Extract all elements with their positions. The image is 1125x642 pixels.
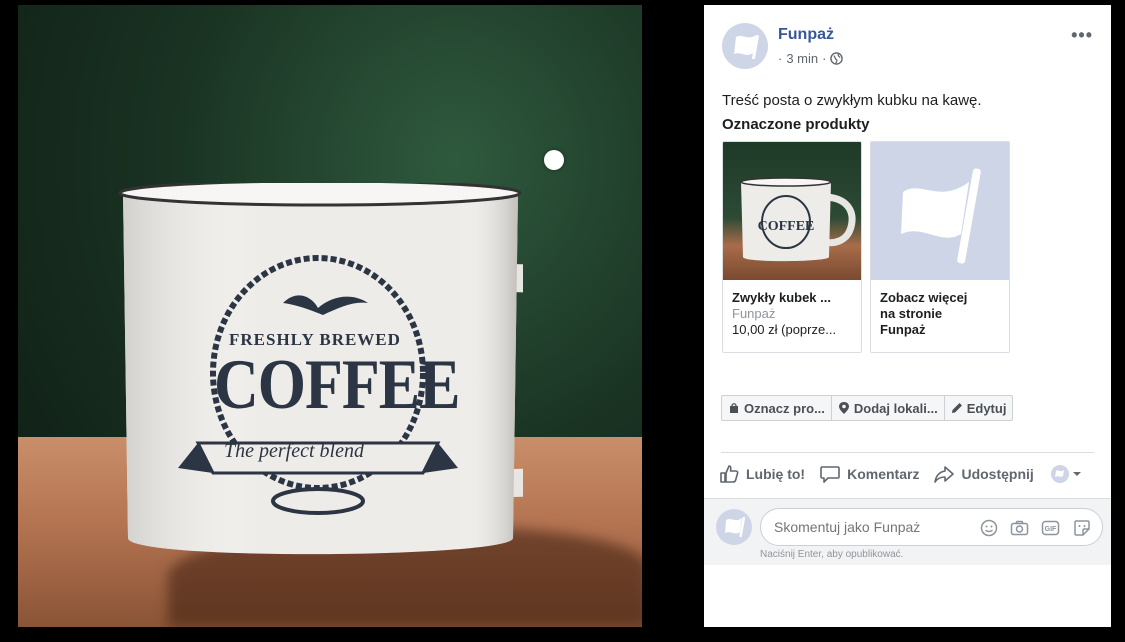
see-more-line3: Funpaż (880, 322, 926, 337)
share-arrow-icon (934, 466, 955, 483)
comment-bubble-icon (820, 466, 840, 483)
page-name-link[interactable]: Funpaż (778, 26, 834, 44)
see-more-body: Zobacz więcej na stronie Funpaż (871, 280, 1009, 348)
divider (721, 452, 1094, 453)
post-panel: Funpaż · 3 min · ••• Treść posta o zwykł… (704, 5, 1111, 627)
more-options-icon[interactable]: ••• (1071, 25, 1093, 46)
see-more-image (871, 142, 1009, 280)
product-title[interactable]: Zwykły kubek ... (732, 290, 852, 305)
edit-button[interactable]: Edytuj (945, 396, 1013, 420)
comment-tools: GIF (978, 517, 1092, 538)
product-seller: Funpaż (732, 306, 776, 321)
flag-icon (734, 35, 760, 60)
product-image: COFFEE (723, 142, 861, 280)
sticker-icon[interactable] (1071, 517, 1092, 538)
chevron-down-icon (1072, 472, 1081, 476)
meta-separator-2: · (822, 51, 827, 66)
svg-text:COFFEE: COFFEE (758, 219, 815, 234)
flag-icon (725, 516, 746, 538)
thumbs-up-icon (720, 465, 739, 483)
gif-icon[interactable]: GIF (1040, 517, 1061, 538)
comment-area: GIF Naciśnij Enter, aby opublikować. (704, 498, 1111, 565)
mug-text-line2: COFFEE (214, 345, 460, 425)
mug-thumbnail-icon: COFFEE (740, 177, 856, 262)
location-pin-icon (838, 402, 849, 414)
add-location-button[interactable]: Dodaj lokali... (832, 396, 945, 420)
mug-text-line3: The perfect blend (224, 440, 364, 462)
tag-products-button[interactable]: Oznacz pro... (722, 396, 832, 420)
like-button[interactable]: Lubię to! (718, 463, 805, 485)
product-price: 10,00 zł (poprze... (732, 322, 837, 337)
edit-label: Edytuj (966, 400, 1007, 416)
page-avatar-small-icon (1050, 465, 1069, 483)
photo-viewer: FRESHLY BREWED COFFEE The perfect blend (0, 0, 704, 642)
share-label: Udostępnij (961, 466, 1034, 482)
tagged-products-list: COFFEE Zwykły kubek ... Funpaż 10,00 zł … (722, 141, 1010, 353)
camera-icon[interactable] (1009, 517, 1030, 538)
comment-button[interactable]: Komentarz (819, 463, 919, 485)
post-actions-bar: Oznacz pro... Dodaj lokali... Edytuj (721, 395, 1014, 421)
comment-input[interactable] (774, 519, 964, 535)
like-label: Lubię to! (746, 466, 806, 482)
tagged-products-heading: Oznaczone produkty (722, 116, 870, 133)
post-time[interactable]: 3 min (786, 51, 818, 66)
comment-label: Komentarz (847, 466, 920, 482)
post-as-selector[interactable] (1050, 464, 1082, 484)
see-more-line1: Zobacz więcej (880, 290, 968, 305)
comment-hint: Naciśnij Enter, aby opublikować. (760, 549, 904, 560)
product-card-body: Zwykły kubek ... Funpaż 10,00 zł (poprze… (723, 280, 861, 347)
page-avatar[interactable] (722, 23, 768, 69)
svg-text:GIF: GIF (1045, 526, 1057, 533)
commenter-avatar (716, 509, 752, 545)
post-body-text: Treść posta o zwykłym kubku na kawę. (722, 92, 982, 109)
shopping-bag-icon (730, 403, 738, 413)
product-tag-dot[interactable] (544, 150, 564, 170)
comment-box: GIF (760, 508, 1103, 546)
globe-icon[interactable] (830, 52, 844, 65)
reaction-bar: Lubię to! Komentarz Udostępnij (718, 463, 1082, 485)
add-location-label: Dodaj lokali... (853, 400, 938, 416)
pencil-icon (951, 403, 962, 413)
flag-icon (901, 168, 981, 264)
post-photo[interactable]: FRESHLY BREWED COFFEE The perfect blend (18, 5, 642, 627)
post-meta: · 3 min · (778, 51, 844, 66)
tag-products-label: Oznacz pro... (744, 400, 825, 416)
see-more-card[interactable]: Zobacz więcej na stronie Funpaż (870, 141, 1010, 353)
see-more-line2: na stronie (880, 306, 943, 321)
share-button[interactable]: Udostępnij (933, 463, 1034, 485)
meta-separator: · (778, 51, 783, 66)
product-card[interactable]: COFFEE Zwykły kubek ... Funpaż 10,00 zł … (722, 141, 862, 353)
emoji-icon[interactable] (978, 517, 999, 538)
